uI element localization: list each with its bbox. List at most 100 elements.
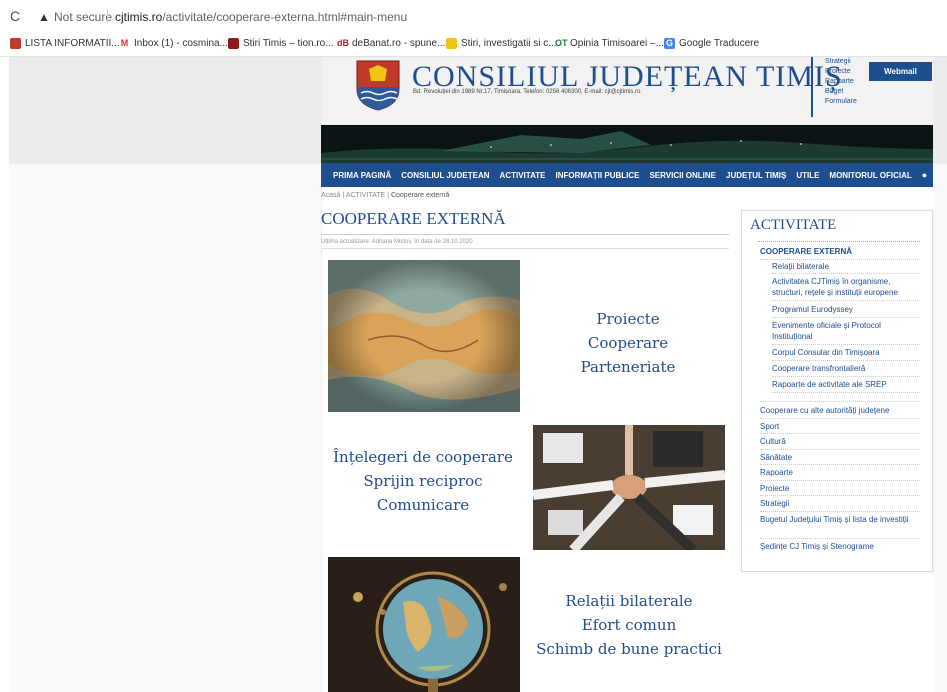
globe-image [328,557,520,692]
breadcrumb-separator: | [342,192,345,199]
divider [772,273,920,274]
bookmark-label: LISTA INFORMATII... [25,38,120,49]
sidebar-sub-evenimente[interactable]: Evenimente oficiale și Protocol Instituț… [772,320,912,342]
teamwork-hands-image [533,425,725,550]
sidebar-sub-organisme[interactable]: Activitatea CJTimiș în organisme, struct… [772,276,917,298]
breadcrumb: Acasă | ACTIVITATE | Cooperare externă [321,192,449,199]
bookmark-label: Google Traducere [679,38,760,49]
divider [760,401,920,402]
sidebar-sub-relatii[interactable]: Relații bilaterale [772,261,912,272]
search-icon[interactable]: ● [922,170,927,180]
news-icon [446,38,457,49]
block-line: Cooperare [587,334,669,352]
sidebar-item-cooperare-externa[interactable]: COOPERARE EXTERNĂ [760,246,852,257]
bookmark-label: Opinia Timisoarei –... [570,38,664,49]
nav-judetul-timis[interactable]: JUDEȚUL TIMIȘ [726,171,786,180]
webmail-button[interactable]: Webmail [869,62,932,81]
text-block-2: Înțelegeri de cooperare Sprijin reciproc… [323,445,523,517]
bookmark-label: Stiri Timis – tion.ro... [243,38,334,49]
security-status[interactable]: Not secure [54,10,112,24]
page-title: COOPERARE EXTERNĂ [321,209,506,228]
breadcrumb-home[interactable]: Acasă [321,192,340,199]
url-path: /activitate/cooperare-externa.html#main-… [162,10,408,24]
nav-servicii-online[interactable]: SERVICII ONLINE [649,171,716,180]
divider [772,376,920,377]
divider [772,344,920,345]
divider [760,480,920,481]
gmail-icon: M [120,38,129,48]
sidebar-item-sanatate[interactable]: Sănătate [760,452,792,463]
right-background [933,164,947,692]
divider [760,418,920,419]
divider [321,234,729,235]
bookmark-translate[interactable]: G Google Traducere [664,38,759,49]
divider [321,248,729,249]
divider [760,259,920,260]
divider [760,511,920,512]
bookmark-opinia[interactable]: OT Opinia Timisoarei –... [555,38,664,49]
nav-informatii-publice[interactable]: INFORMAȚII PUBLICE [555,171,639,180]
block-line: Parteneriate [580,358,676,376]
warning-icon[interactable]: ▲ [38,10,50,24]
breadcrumb-section[interactable]: ACTIVITATE [346,192,385,199]
divider [760,538,920,539]
breadcrumb-separator: | [387,192,390,199]
sidebar-sub-transfrontaliera[interactable]: Cooperare transfrontalieră [772,363,912,374]
left-background [9,164,322,692]
divider [772,300,920,301]
divider [758,241,920,242]
quick-link-buget[interactable]: Buget [825,87,883,97]
site-address: Bd. Revoluției din 1989 Nr.17, Timișoara… [413,89,641,95]
sidebar-item-rapoarte[interactable]: Rapoarte [760,467,793,478]
bookmark-inbox[interactable]: M Inbox (1) - cosmina... [119,38,228,49]
quick-link-formulare[interactable]: Formulare [825,97,883,107]
nav-monitorul-oficial[interactable]: MONITORUL OFICIAL [829,171,911,180]
sidebar-item-sport[interactable]: Sport [760,421,779,432]
divider [760,433,920,434]
block-line: Proiecte [596,310,660,328]
bookmark-lista[interactable]: LISTA INFORMATII... [10,38,120,49]
address-bar: C ▲ Not secure cjtimis.ro/activitate/coo… [0,0,947,34]
url-field[interactable]: cjtimis.ro/activitate/cooperare-externa.… [115,10,407,24]
bookmark-label: Inbox (1) - cosmina... [134,38,228,49]
bookmark-stiri-timis[interactable]: Stiri Timis – tion.ro... [228,38,334,49]
block-line: Efort comun [581,616,677,634]
breadcrumb-current: Cooperare externă [390,192,450,199]
block-line: Înțelegeri de cooperare [333,448,513,466]
bookmark-label: deBanat.ro - spune... [352,38,446,49]
nav-utile[interactable]: UTILE [796,171,819,180]
divider [760,495,920,496]
sidebar-item-buget[interactable]: Bugetul Județului Timiș și lista de inve… [760,514,910,525]
translate-icon: G [664,38,675,49]
divider [772,360,920,361]
coat-of-arms-icon[interactable] [355,59,401,111]
main-menu: PRIMA PAGINĂ CONSILIUL JUDEȚEAN ACTIVITA… [321,163,933,187]
bookmark-debanat[interactable]: dB deBanat.ro - spune... [337,38,445,49]
sidebar-sub-corpul-consular[interactable]: Corpul Consular din Timișoara [772,347,917,358]
sidebar-item-strategii[interactable]: Strategii [760,498,789,509]
block-line: Sprijin reciproc [363,472,483,490]
divider [772,317,920,318]
text-block-3: Relații bilaterale Efort comun Schimb de… [533,589,725,661]
sidebar-item-sedinte[interactable]: Ședințe CJ Timiș și Stenograme [760,541,920,552]
nav-prima-pagina[interactable]: PRIMA PAGINĂ [333,171,391,180]
sidebar-item-cultura[interactable]: Cultură [760,436,786,447]
url-host: cjtimis.ro [115,10,163,24]
divider [107,9,108,23]
bookmarks-bar: LISTA INFORMATII... M Inbox (1) - cosmina… [0,34,947,57]
bookmark-stiri-investigatii[interactable]: Stiri, investigatii si c... [446,38,557,49]
nav-consiliul-judetean[interactable]: CONSILIUL JUDEȚEAN [401,171,489,180]
flag-icon [10,38,21,49]
sidebar-sub-eurodyssey[interactable]: Programul Eurodyssey [772,304,912,315]
sidebar-sub-rapoarte-srep[interactable]: Rapoarte de activitate ale SREP [772,379,917,390]
nav-activitate[interactable]: ACTIVITATE [500,171,546,180]
debanat-icon: dB [337,38,349,48]
page: CONSILIUL JUDEȚEAN TIMIȘ Bd. Revoluției … [0,57,947,692]
sidebar-item-proiecte[interactable]: Proiecte [760,483,789,494]
europe-map-image [328,260,520,412]
last-updated: Ultima actualizare: Adriana Mistov, în d… [321,239,473,245]
block-line: Relații bilaterale [565,592,693,610]
reload-icon[interactable]: C [10,8,20,24]
sidebar-item-cooperare-autoritati[interactable]: Cooperare cu alte autorități județene [760,405,920,416]
header-banner-image [321,125,933,163]
